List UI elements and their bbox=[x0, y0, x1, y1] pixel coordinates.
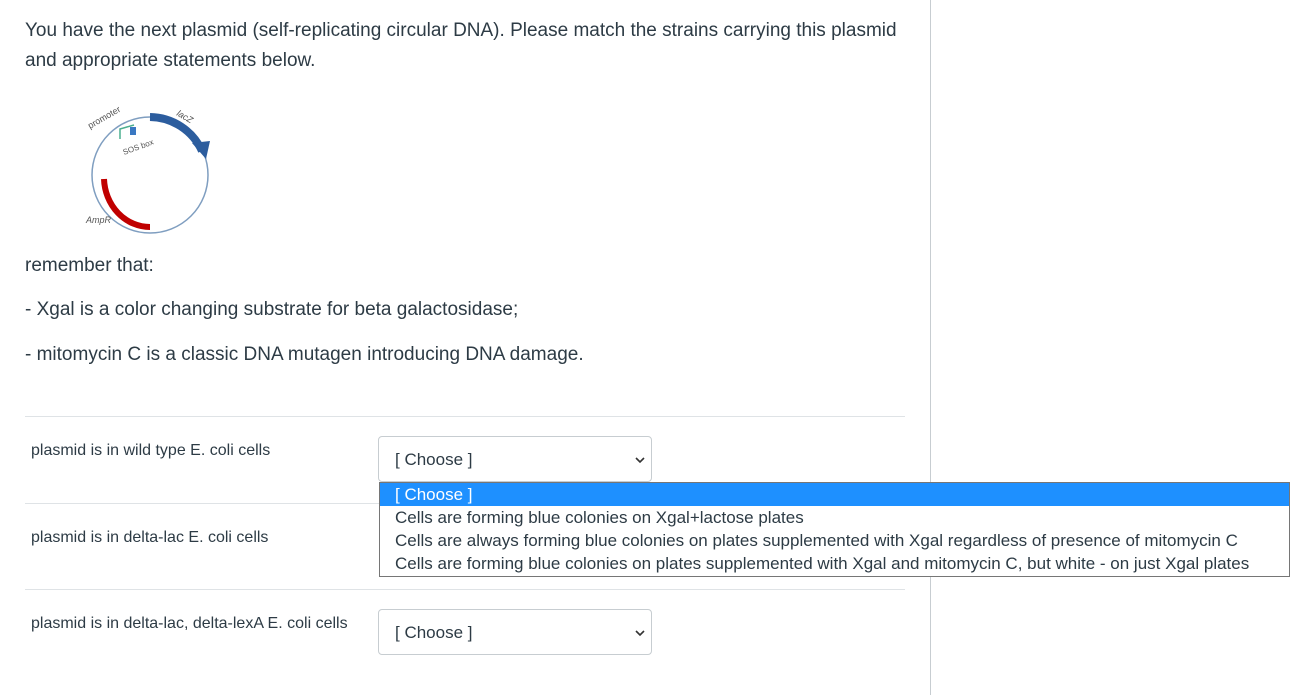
dropdown-option-mitomycin-blue[interactable]: Cells are forming blue colonies on plate… bbox=[380, 552, 1289, 575]
note-mitomycin: - mitomycin C is a classic DNA mutagen i… bbox=[25, 344, 584, 365]
question-text: You have the next plasmid (self-replicat… bbox=[25, 20, 897, 71]
dropdown-listbox[interactable]: [ Choose ] Cells are forming blue coloni… bbox=[379, 482, 1290, 577]
match-select-delta-lac-lexa[interactable]: [ Choose ] bbox=[378, 609, 652, 655]
dropdown-option-xgal-lactose[interactable]: Cells are forming blue colonies on Xgal+… bbox=[380, 506, 1289, 529]
row-divider bbox=[25, 416, 905, 417]
remember-heading: remember that: bbox=[25, 255, 154, 276]
lacz-arrow bbox=[149, 113, 206, 153]
column-divider bbox=[930, 0, 931, 695]
row-divider bbox=[25, 589, 905, 590]
note-xgal: - Xgal is a color changing substrate for… bbox=[25, 299, 519, 320]
plasmid-diagram: promoter lacZ SOS box AmpR bbox=[85, 104, 210, 234]
match-label-delta-lac-lexa: plasmid is in delta-lac, delta-lexA E. c… bbox=[31, 615, 348, 632]
lacz-arrowhead bbox=[192, 141, 210, 159]
chevron-down-icon bbox=[635, 630, 645, 637]
match-label-delta-lac: plasmid is in delta-lac E. coli cells bbox=[31, 529, 269, 546]
dropdown-option-always-blue[interactable]: Cells are always forming blue colonies o… bbox=[380, 529, 1289, 552]
sos-box-label: SOS box bbox=[122, 137, 155, 156]
ampr-label: AmpR bbox=[85, 215, 112, 225]
match-label-wild-type: plasmid is in wild type E. coli cells bbox=[31, 442, 271, 459]
select-value: [ Choose ] bbox=[395, 623, 473, 642]
select-value: [ Choose ] bbox=[395, 450, 473, 469]
sos-box-mark bbox=[130, 127, 136, 135]
match-select-wild-type[interactable]: [ Choose ] bbox=[378, 436, 652, 482]
dropdown-option-choose[interactable]: [ Choose ] bbox=[380, 483, 1289, 506]
chevron-down-icon bbox=[635, 457, 645, 464]
